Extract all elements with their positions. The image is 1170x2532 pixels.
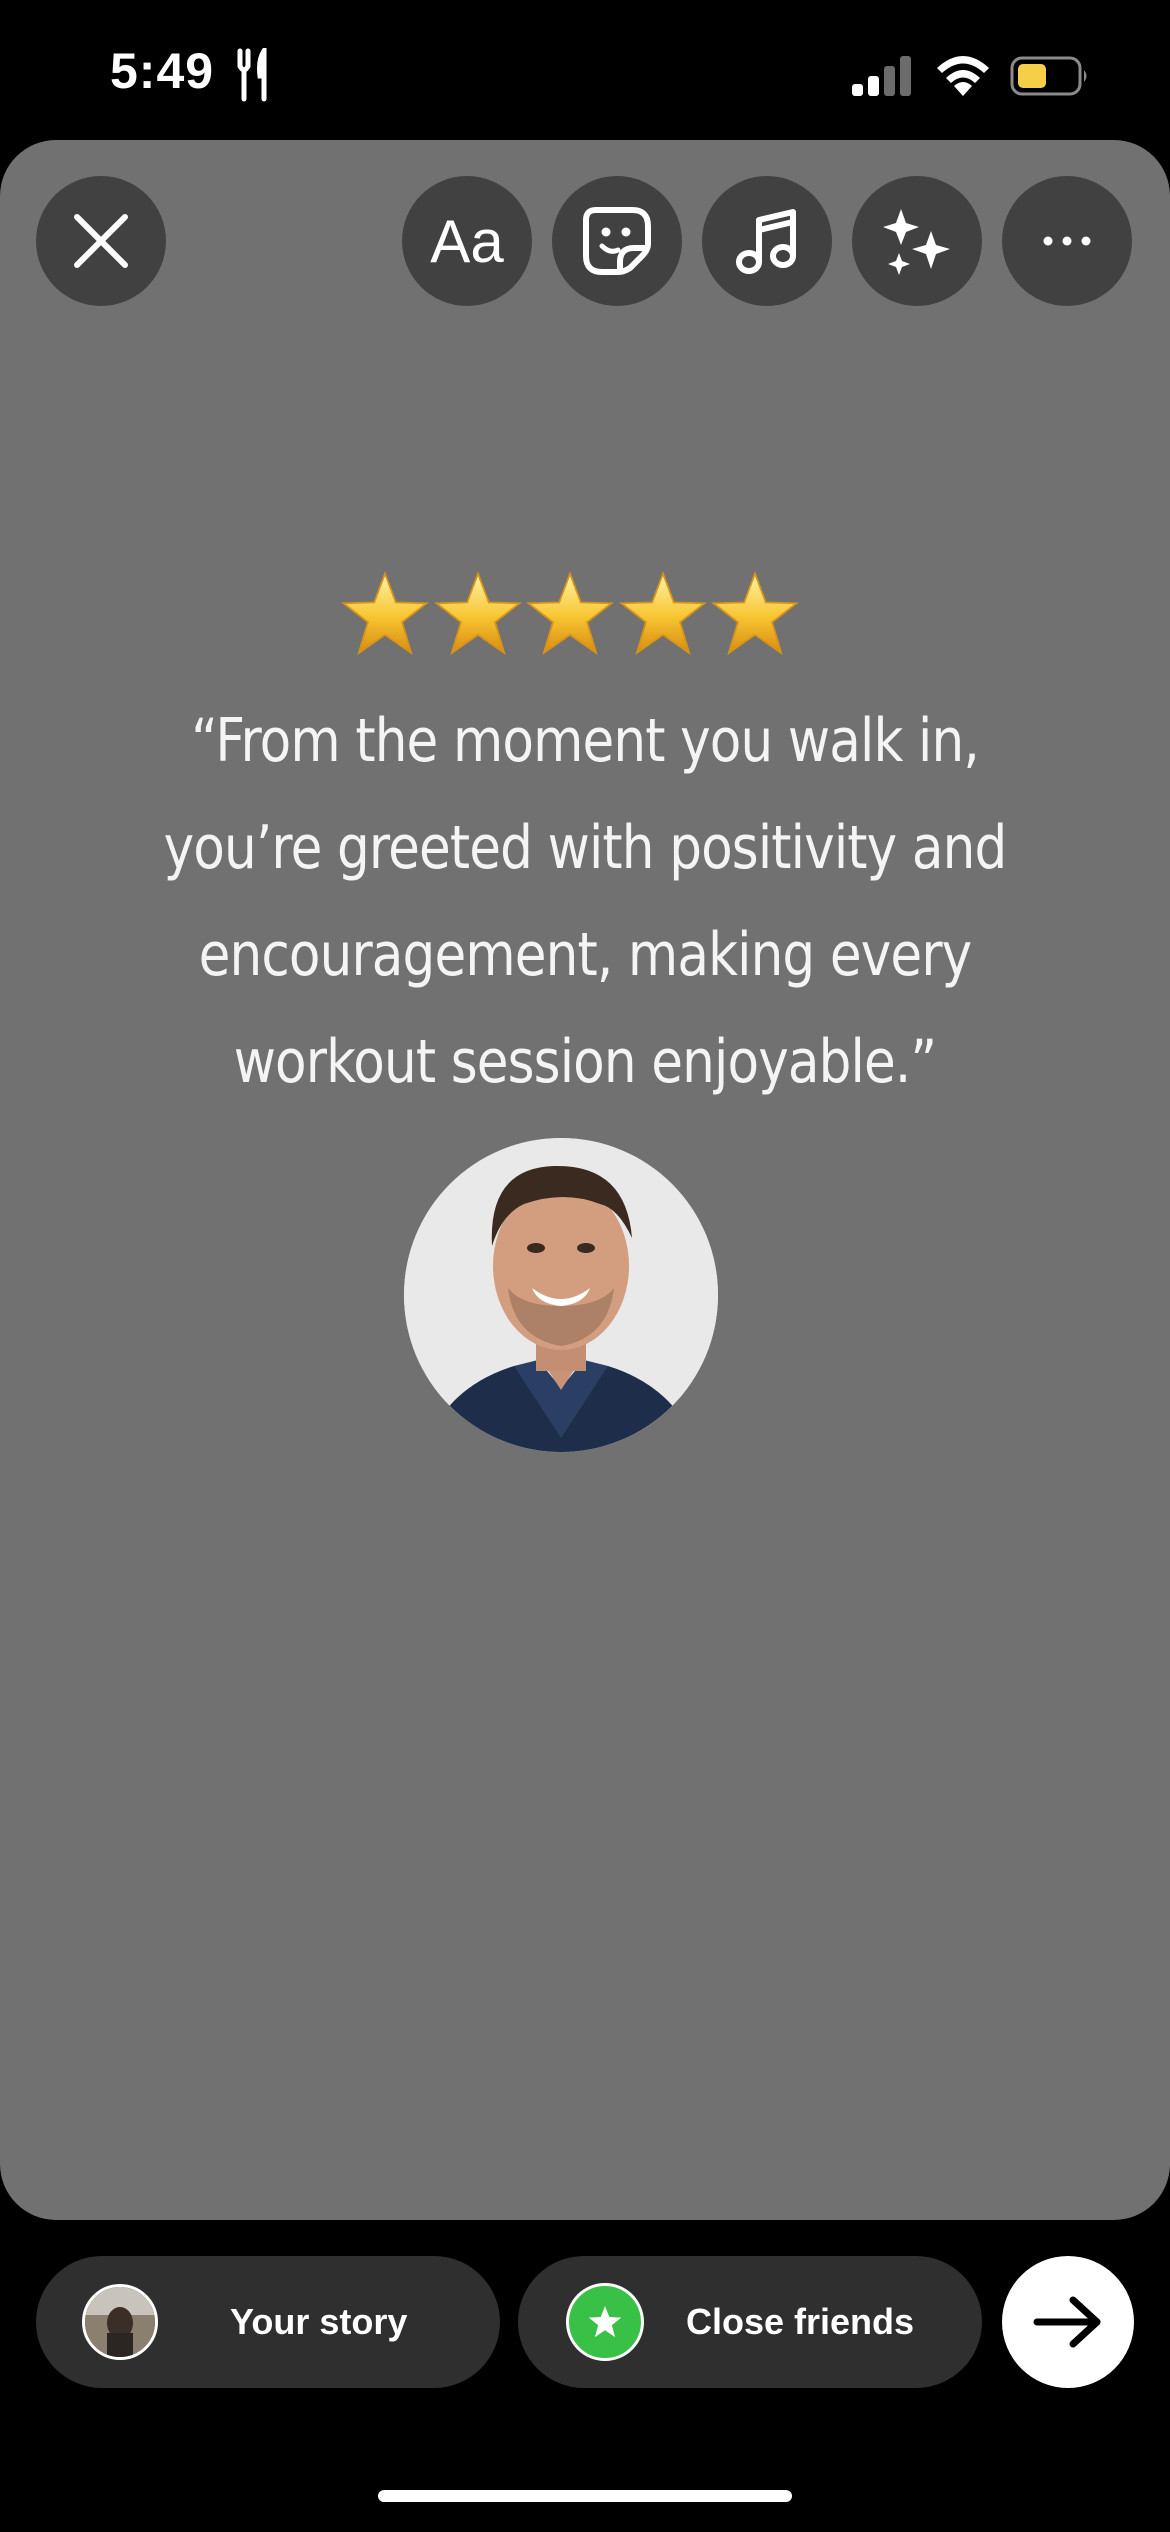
arrow-right-icon xyxy=(1033,2296,1101,2348)
user-avatar xyxy=(82,2284,158,2360)
music-icon xyxy=(736,209,796,274)
star-icon xyxy=(588,2306,622,2338)
close-friends-star-badge xyxy=(566,2283,644,2361)
close-button[interactable] xyxy=(36,176,166,306)
more-options-button[interactable] xyxy=(1002,176,1132,306)
close-friends-label: Close friends xyxy=(686,2301,915,2342)
share-next-button[interactable] xyxy=(1002,2256,1134,2388)
star-icon xyxy=(526,571,614,655)
status-bar: 5:49 xyxy=(0,0,1170,140)
star-rating[interactable] xyxy=(340,570,800,670)
star-icon xyxy=(618,571,707,655)
reviewer-portrait xyxy=(404,1138,718,1452)
story-canvas[interactable]: Aa “From the moment you walk in, you’re … xyxy=(0,140,1170,2220)
text-icon: Aa xyxy=(430,207,504,275)
star-icon xyxy=(341,571,429,655)
quote-line: “From the moment you walk in, xyxy=(191,706,980,776)
text-tool-button[interactable]: Aa xyxy=(402,176,532,306)
battery-icon xyxy=(1010,56,1087,96)
close-icon xyxy=(74,214,128,268)
reviewer-photo[interactable] xyxy=(404,1138,718,1452)
fork-knife-icon xyxy=(237,48,267,102)
sticker-icon xyxy=(583,207,651,275)
cellular-signal-icon xyxy=(852,56,911,96)
quote-line: encouragement, making every xyxy=(198,920,973,990)
home-indicator[interactable] xyxy=(378,2490,792,2502)
sticker-button[interactable] xyxy=(552,176,682,306)
close-friends-button[interactable]: Close friends xyxy=(518,2256,982,2388)
quote-line: you’re greeted with positivity and xyxy=(163,813,1008,883)
music-button[interactable] xyxy=(702,176,832,306)
star-icon xyxy=(433,571,522,655)
review-quote[interactable]: “From the moment you walk in, you’re gre… xyxy=(151,688,1020,1116)
your-story-button[interactable]: Your story xyxy=(36,2256,500,2388)
effects-icon xyxy=(883,209,950,275)
effects-button[interactable] xyxy=(852,176,982,306)
star-icon xyxy=(711,571,799,655)
wifi-icon xyxy=(937,56,989,96)
your-story-label: Your story xyxy=(230,2301,408,2342)
status-time: 5:49 xyxy=(110,43,215,99)
user-avatar-image xyxy=(85,2287,155,2357)
more-icon xyxy=(1043,236,1091,246)
quote-line: workout session enjoyable.” xyxy=(233,1027,937,1097)
